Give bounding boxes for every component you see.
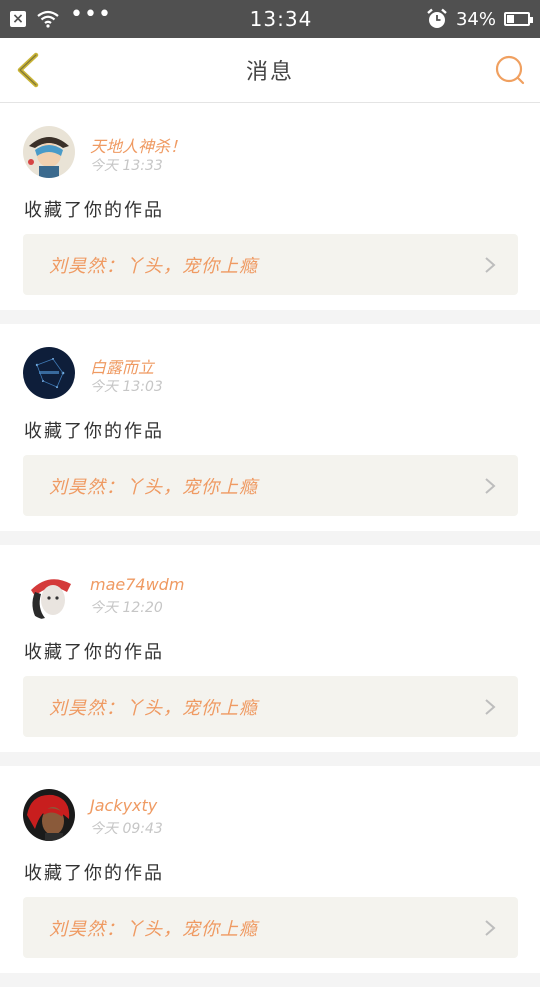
avatar[interactable]	[23, 126, 75, 178]
wifi-icon	[37, 10, 59, 28]
work-title: 刘昊然：丫头，宠你上瘾	[49, 697, 258, 719]
battery-percent: 34%	[455, 8, 496, 30]
action-text: 收藏了你的作品	[24, 642, 164, 663]
avatar-image	[23, 126, 75, 178]
timestamp: 今天 09:43	[90, 821, 163, 837]
work-link[interactable]: 刘昊然：丫头，宠你上瘾	[23, 234, 518, 295]
work-link[interactable]: 刘昊然：丫头，宠你上瘾	[23, 455, 518, 516]
username[interactable]: 天地人神杀！	[90, 133, 186, 157]
action-text: 收藏了你的作品	[24, 863, 164, 884]
timestamp: 今天 13:03	[90, 379, 163, 395]
status-right-icons: 34%	[426, 8, 533, 30]
alarm-icon	[427, 8, 447, 28]
avatar[interactable]	[23, 568, 75, 620]
back-chevron-icon[interactable]	[14, 52, 44, 88]
status-time: 13:34	[249, 7, 313, 31]
username[interactable]: mae74wdm	[90, 575, 184, 594]
chevron-right-icon	[485, 699, 496, 715]
avatar[interactable]	[23, 789, 75, 841]
timestamp: 今天 13:33	[90, 158, 163, 174]
status-bar: × ••• 13:34 34%	[0, 0, 540, 38]
action-text: 收藏了你的作品	[24, 421, 164, 442]
chevron-right-icon	[485, 478, 496, 494]
close-notification-icon: ×	[10, 11, 26, 27]
work-link[interactable]: 刘昊然：丫头，宠你上瘾	[23, 897, 518, 958]
battery-icon	[504, 12, 533, 26]
search-icon[interactable]	[494, 54, 526, 86]
avatar-image	[23, 789, 75, 841]
avatar-image	[23, 568, 75, 620]
chevron-right-icon	[485, 920, 496, 936]
page-title: 消息	[245, 60, 294, 85]
username[interactable]: Jackyxty	[90, 796, 157, 815]
more-dots-icon: •••	[70, 2, 112, 27]
message-card: mae74wdm 今天 12:20 收藏了你的作品 刘昊然：丫头，宠你上瘾	[0, 545, 540, 752]
work-link[interactable]: 刘昊然：丫头，宠你上瘾	[23, 676, 518, 737]
work-title: 刘昊然：丫头，宠你上瘾	[49, 255, 258, 277]
chevron-right-icon	[485, 257, 496, 273]
message-card: 天地人神杀！ 今天 13:33 收藏了你的作品 刘昊然：丫头，宠你上瘾	[0, 103, 540, 310]
nav-bar: 消息	[0, 38, 540, 103]
avatar-image	[23, 347, 75, 399]
status-left-icons: × •••	[10, 2, 190, 28]
username[interactable]: 白露而立	[90, 354, 154, 378]
message-card: 白露而立 今天 13:03 收藏了你的作品 刘昊然：丫头，宠你上瘾	[0, 324, 540, 531]
battery-level-fill	[507, 15, 514, 23]
message-card: Jackyxty 今天 09:43 收藏了你的作品 刘昊然：丫头，宠你上瘾	[0, 766, 540, 973]
work-title: 刘昊然：丫头，宠你上瘾	[49, 918, 258, 940]
work-title: 刘昊然：丫头，宠你上瘾	[49, 476, 258, 498]
action-text: 收藏了你的作品	[24, 200, 164, 221]
avatar[interactable]	[23, 347, 75, 399]
timestamp: 今天 12:20	[90, 600, 163, 616]
message-list: 天地人神杀！ 今天 13:33 收藏了你的作品 刘昊然：丫头，宠你上瘾 白露而立	[0, 103, 540, 987]
